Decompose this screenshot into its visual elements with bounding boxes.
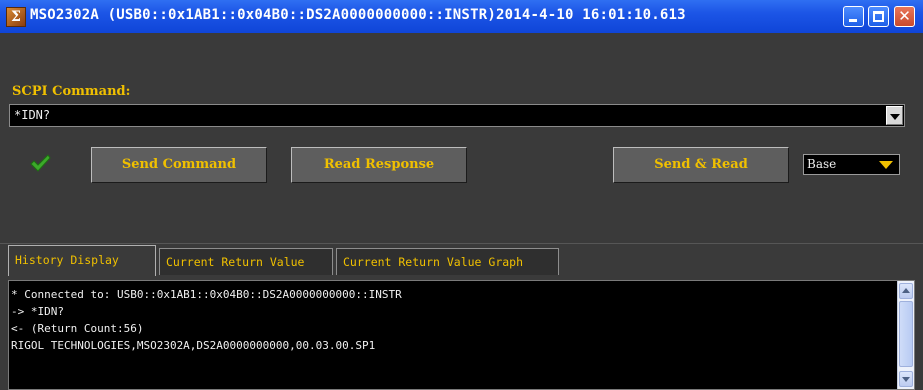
close-icon: ✕ (898, 7, 911, 25)
title-bar[interactable]: Σ MSO2302A (USB0::0x1AB1::0x04B0::DS2A00… (0, 0, 923, 33)
close-button[interactable]: ✕ (894, 6, 915, 27)
window-title: MSO2302A (USB0::0x1AB1::0x04B0::DS2A0000… (30, 7, 686, 23)
scroll-up-button[interactable] (899, 283, 913, 299)
minimize-button[interactable] (843, 6, 864, 27)
maximize-button[interactable] (868, 6, 889, 27)
scpi-command-input[interactable]: *IDN? (14, 108, 50, 122)
sigma-app-icon: Σ (6, 7, 26, 27)
read-response-button[interactable]: Read Response (291, 147, 467, 183)
history-line: -> *IDN? (11, 305, 64, 318)
minimize-icon (849, 19, 857, 22)
history-line: * Connected to: USB0::0x1AB1::0x04B0::DS… (11, 288, 402, 301)
history-line: RIGOL TECHNOLOGIES,MSO2302A,DS2A00000000… (11, 339, 376, 352)
chevron-up-icon (902, 288, 910, 293)
scpi-command-label: SCPI Command: (12, 84, 131, 99)
chevron-down-icon (890, 114, 900, 120)
chevron-down-icon (902, 377, 910, 382)
scroll-down-button[interactable] (899, 371, 913, 387)
app-window: Σ MSO2302A (USB0::0x1AB1::0x04B0::DS2A00… (0, 0, 923, 390)
send-and-read-button[interactable]: Send & Read (613, 147, 789, 183)
scpi-command-combobox[interactable]: *IDN? (9, 104, 905, 127)
command-dropdown-button[interactable] (886, 106, 903, 125)
base-select-value: Base (807, 157, 837, 171)
maximize-icon (873, 11, 884, 22)
base-select[interactable]: Base (803, 154, 900, 175)
checkmark-icon (30, 154, 51, 172)
history-line: <- (Return Count:56) (11, 322, 144, 335)
send-command-button[interactable]: Send Command (91, 147, 267, 183)
tab-history-display[interactable]: History Display (8, 245, 156, 276)
tab-current-return-value[interactable]: Current Return Value (159, 248, 333, 275)
dropdown-arrow-icon (879, 161, 893, 169)
tab-current-return-value-graph[interactable]: Current Return Value Graph (336, 248, 559, 275)
scroll-thumb[interactable] (899, 301, 913, 367)
tab-strip: History Display Current Return Value Cur… (0, 243, 923, 278)
history-output-panel[interactable]: * Connected to: USB0::0x1AB1::0x04B0::DS… (8, 280, 915, 390)
vertical-scrollbar[interactable] (897, 281, 914, 389)
